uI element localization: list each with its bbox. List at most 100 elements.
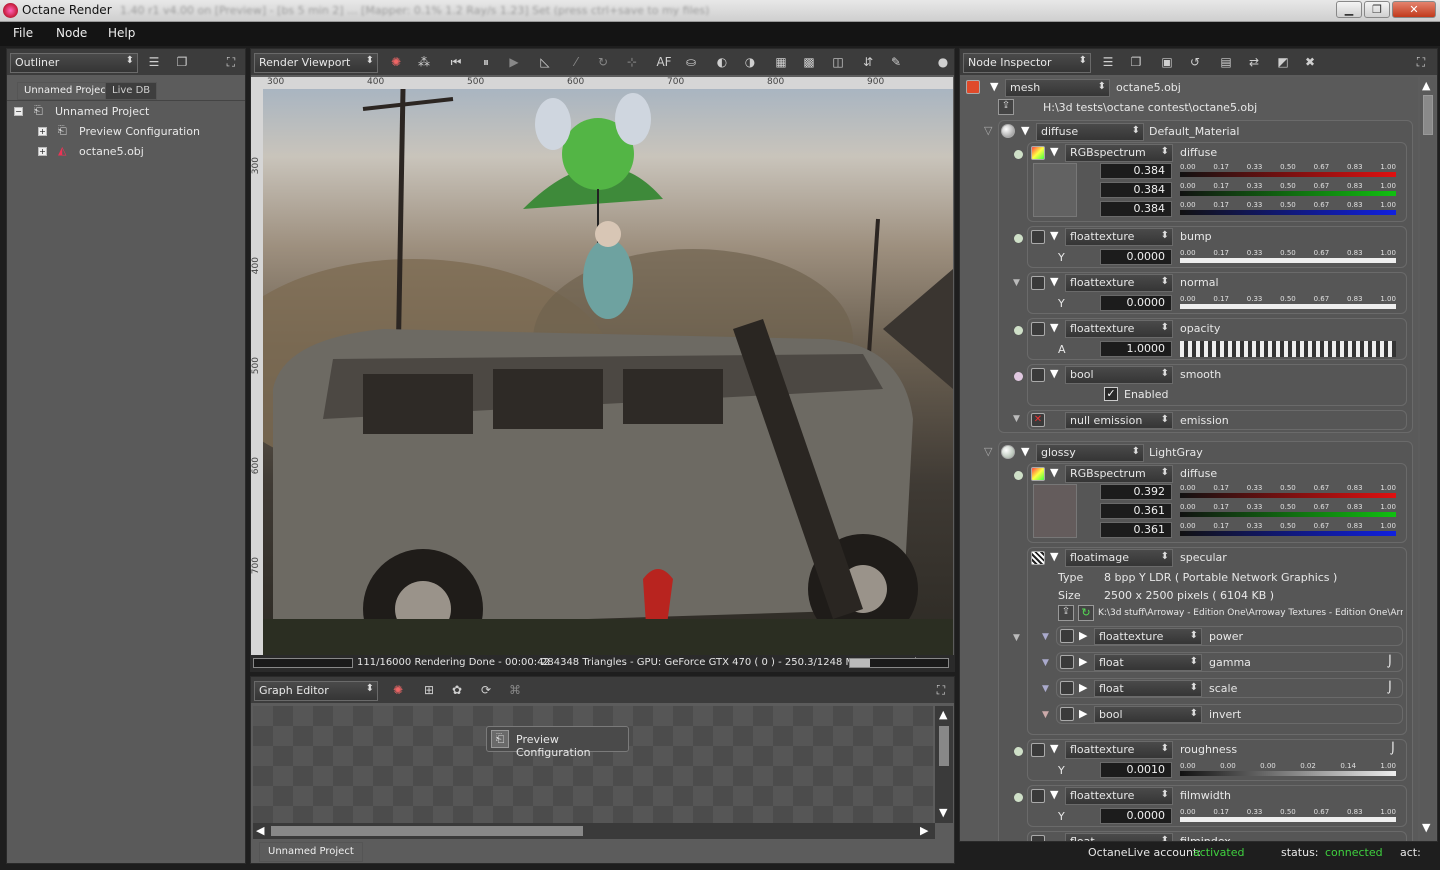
filmindex-type-combo[interactable]: float ⬍: [1065, 833, 1173, 841]
expand-arrow-icon[interactable]: ▼: [1042, 632, 1049, 642]
load-file-icon[interactable]: ⇪: [998, 99, 1014, 115]
filmwidth-type-combo[interactable]: floattexture ⬍: [1065, 787, 1173, 805]
normal-type-combo[interactable]: floattexture ⬍: [1065, 274, 1173, 292]
save-image-icon[interactable]: ✎: [887, 53, 905, 71]
rgb-type-combo[interactable]: RGBspectrum ⬍: [1065, 144, 1173, 162]
red-slider[interactable]: 0.00 0.17 0.33 0.50 0.67 0.83 1.00: [1180, 163, 1396, 179]
restart-render-icon[interactable]: ✺: [387, 53, 405, 71]
list-icon[interactable]: ☰: [1099, 53, 1117, 71]
green-slider[interactable]: 0.00 0.17 0.33 0.50 0.67 0.83 1.00: [1180, 503, 1396, 519]
expand-arrow-icon[interactable]: ▼: [1013, 278, 1020, 288]
expand-arrow-icon[interactable]: ▼: [1013, 633, 1020, 643]
windows-icon[interactable]: ❐: [173, 53, 191, 71]
scroll-right-icon[interactable]: ▶: [920, 824, 928, 837]
grid-icon[interactable]: ▦: [772, 53, 790, 71]
expand-arrow-icon[interactable]: ▼: [1042, 710, 1049, 720]
expand-arrow-icon[interactable]: ▽: [984, 445, 992, 458]
swap-icon[interactable]: ⇄: [1245, 53, 1263, 71]
expand-icon[interactable]: +: [38, 127, 47, 136]
collapse-all-icon[interactable]: ▤: [1217, 53, 1235, 71]
pick-icon[interactable]: ⊹: [623, 53, 641, 71]
play-icon[interactable]: ▶: [505, 53, 523, 71]
scroll-left-icon[interactable]: ◀: [256, 824, 264, 837]
opacity-value-field[interactable]: 1.0000: [1100, 341, 1172, 357]
reset-icon[interactable]: ↺: [1186, 53, 1204, 71]
focus-icon[interactable]: ⁄: [567, 53, 585, 71]
preview-configuration-node[interactable]: ⎗ Preview Configuration: [486, 726, 629, 759]
picture-icon[interactable]: ◩: [1274, 53, 1292, 71]
scroll-up-icon[interactable]: ▲: [939, 708, 947, 721]
curve-icon[interactable]: ⌡: [1387, 681, 1393, 694]
expand-arrow-icon[interactable]: ▼: [1021, 124, 1029, 137]
graph-vertical-scrollbar[interactable]: ▲ ▼: [935, 706, 953, 823]
tab-graph-unnamed-project[interactable]: Unnamed Project: [259, 842, 363, 862]
curve-icon[interactable]: ⌡: [1387, 655, 1393, 668]
smooth-type-combo[interactable]: bool ⬍: [1065, 366, 1173, 384]
render-image[interactable]: [263, 89, 953, 655]
specular-type-combo[interactable]: floatimage ⬍: [1065, 549, 1173, 567]
green-value-field[interactable]: 0.384: [1100, 182, 1172, 198]
autofocus-icon[interactable]: AF: [652, 53, 676, 71]
lock-icon[interactable]: ⛀: [682, 53, 700, 71]
maximize-panel-icon[interactable]: ⛶: [932, 681, 950, 699]
add-node-icon[interactable]: ⊞: [420, 681, 438, 699]
outliner-type-combo[interactable]: Outliner ⬍: [10, 53, 138, 73]
frame-icon[interactable]: ◫: [829, 53, 847, 71]
export-icon[interactable]: ⇵: [859, 53, 877, 71]
inspector-scrollbar[interactable]: ▲ ▼: [1420, 77, 1436, 841]
filmwidth-value-field[interactable]: 0.0000: [1100, 808, 1172, 824]
blue-slider[interactable]: 0.00 0.17 0.33 0.50 0.67 0.83 1.00: [1180, 201, 1396, 217]
expand-arrow-icon[interactable]: ▼: [1050, 788, 1058, 801]
expand-arrow-icon[interactable]: ▼: [1050, 145, 1058, 158]
bump-value-field[interactable]: 0.0000: [1100, 249, 1172, 265]
blue-value-field[interactable]: 0.361: [1100, 522, 1172, 538]
menu-node[interactable]: Node: [56, 26, 87, 40]
tab-unnamed-project[interactable]: Unnamed Project: [17, 82, 117, 100]
expand-arrow-icon[interactable]: ▼: [1042, 684, 1049, 694]
scale-type-combo[interactable]: float ⬍: [1094, 680, 1202, 697]
rewind-icon[interactable]: ⏮: [447, 53, 465, 71]
bump-slider[interactable]: 0.00 0.17 0.33 0.50 0.67 0.83 1.00: [1180, 249, 1396, 265]
red-value-field[interactable]: 0.384: [1100, 163, 1172, 179]
list-icon[interactable]: ☰: [145, 53, 163, 71]
graph-canvas[interactable]: ⎗ Preview Configuration: [253, 706, 933, 823]
red-slider[interactable]: 0.00 0.17 0.33 0.50 0.67 0.83 1.00: [1180, 484, 1396, 500]
inspector-type-combo[interactable]: Node Inspector ⬍: [963, 53, 1091, 73]
menu-help[interactable]: Help: [108, 26, 135, 40]
smooth-checkbox[interactable]: ✓: [1104, 387, 1118, 401]
rotate-icon[interactable]: ↻: [594, 53, 612, 71]
pause-icon[interactable]: ⏸: [477, 53, 495, 71]
fit-icon[interactable]: ⌘: [506, 681, 524, 699]
maximize-panel-icon[interactable]: ⛶: [222, 53, 240, 71]
mesh-type-combo[interactable]: mesh ⬍: [1005, 79, 1110, 97]
blue-slider[interactable]: 0.00 0.17 0.33 0.50 0.67 0.83 1.00: [1180, 522, 1396, 538]
normal-value-field[interactable]: 0.0000: [1100, 295, 1172, 311]
expand-arrow-icon[interactable]: ▼: [1042, 658, 1049, 668]
roughness-slider[interactable]: 0.00 0.00 0.00 0.02 0.14 1.00: [1180, 762, 1396, 778]
expand-arrow-icon[interactable]: ▽: [984, 124, 992, 137]
opacity-slider[interactable]: [1180, 341, 1396, 357]
invert-type-combo[interactable]: bool ⬍: [1094, 706, 1202, 723]
bump-type-combo[interactable]: floattexture ⬍: [1065, 228, 1173, 246]
expand-arrow-icon[interactable]: ▼: [1050, 367, 1058, 380]
scroll-thumb[interactable]: [1423, 95, 1433, 135]
expand-arrow-icon[interactable]: ▼: [1050, 466, 1058, 479]
green-slider[interactable]: 0.00 0.17 0.33 0.50 0.67 0.83 1.00: [1180, 182, 1396, 198]
scroll-down-icon[interactable]: ▼: [939, 806, 947, 819]
play-arrow-icon[interactable]: ▶: [1079, 681, 1087, 694]
maximize-button[interactable]: ❐: [1364, 1, 1390, 18]
scroll-down-icon[interactable]: ▼: [1422, 821, 1430, 834]
expand-arrow-icon[interactable]: ▼: [1050, 275, 1058, 288]
sphere-alt-icon[interactable]: ◑: [741, 53, 759, 71]
checker-icon[interactable]: ▩: [800, 53, 818, 71]
expand-icon[interactable]: +: [38, 147, 47, 156]
graph-horizontal-scrollbar[interactable]: ◀ ▶: [253, 823, 935, 839]
tree-item-octane5-obj[interactable]: octane5.obj: [79, 145, 144, 158]
filmwidth-slider[interactable]: 0.00 0.17 0.33 0.50 0.67 0.83 1.00: [1180, 808, 1396, 824]
gamma-type-combo[interactable]: float ⬍: [1094, 654, 1202, 671]
reload-icon[interactable]: ↻: [1078, 605, 1094, 621]
play-arrow-icon[interactable]: ▶: [1079, 629, 1087, 642]
expand-arrow-icon[interactable]: ▼: [1013, 414, 1020, 424]
minimize-button[interactable]: ▁: [1336, 1, 1362, 18]
image-icon[interactable]: ▣: [1158, 53, 1176, 71]
